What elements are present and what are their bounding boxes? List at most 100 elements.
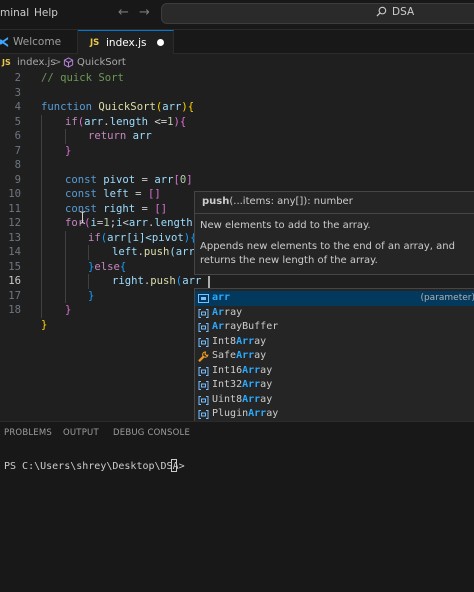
- suggestion-label-part: Arr: [242, 364, 261, 376]
- suggestion-label: arr: [212, 291, 230, 306]
- code-token: i: [90, 217, 97, 229]
- divider: [195, 213, 474, 214]
- suggestion-item[interactable]: arr (parameter): [195, 291, 474, 306]
- suggestion-label: ArrayBuffer: [212, 320, 278, 335]
- suggestion-label: Array: [212, 306, 242, 321]
- panel-tab-problems[interactable]: PROBLEMS: [4, 428, 52, 438]
- class-icon: [198, 380, 209, 391]
- suggestion-label: Int32Array: [212, 378, 272, 393]
- class-icon: [198, 395, 209, 406]
- search-icon: [376, 6, 387, 17]
- breadcrumb-file[interactable]: index.js: [17, 54, 56, 71]
- tab-welcome-label: Welcome: [13, 36, 62, 48]
- code-token: arr: [84, 115, 104, 128]
- tab-welcome[interactable]: Welcome: [0, 30, 78, 54]
- terminal-cursor: [171, 459, 177, 472]
- suggestion-label-part: ray: [224, 306, 243, 318]
- class-icon: [198, 337, 209, 348]
- signature-text: push(...items: any[]): number: [202, 196, 353, 207]
- suggestion-item[interactable]: SafeArray: [195, 349, 474, 364]
- line-number: 18: [8, 304, 21, 316]
- javascript-file-icon: JS: [2, 58, 11, 67]
- code-token: arr: [182, 275, 202, 287]
- suggestion-label: PluginArray: [212, 407, 278, 422]
- suggestion-label-part: Ar: [212, 321, 225, 332]
- code-token: length: [109, 115, 148, 128]
- variable-icon: [198, 293, 209, 304]
- panel-tab-output[interactable]: OUTPUT: [63, 428, 99, 438]
- breadcrumb: JS index.js > QuickSort: [0, 54, 474, 71]
- signature-params: (...items: any[]): number: [229, 196, 353, 207]
- suggestion-label-part: Plugin: [212, 408, 249, 419]
- command-center-search[interactable]: [161, 3, 474, 24]
- line-number: 14: [8, 246, 21, 258]
- forward-arrow-icon[interactable]: →: [139, 5, 150, 20]
- code-line: 2 // quick Sort: [0, 71, 474, 86]
- unsaved-dot-icon[interactable]: [157, 39, 164, 46]
- suggestion-label-part: ay: [260, 364, 273, 376]
- code-token: right: [112, 275, 144, 287]
- code-token: pivot: [103, 173, 136, 186]
- suggestion-label-part: ay: [260, 393, 273, 405]
- breadcrumb-symbol[interactable]: QuickSort: [77, 54, 126, 71]
- suggestion-item[interactable]: Int32Array: [195, 378, 474, 393]
- line-number: 4: [14, 101, 21, 113]
- signature-param-description: New elements to add to the array.: [200, 220, 371, 231]
- code-token: QuickSort: [98, 101, 156, 113]
- code-token: pivot: [151, 231, 184, 244]
- bottom-panel: PROBLEMS OUTPUT DEBUG CONSOLE PS C:\User…: [0, 421, 474, 592]
- suggestion-item[interactable]: PluginArray: [195, 407, 474, 422]
- suggestion-label: Uint8Array: [212, 393, 272, 408]
- code-token: push: [150, 275, 176, 287]
- code-line-current: 16 right.push(arr: [0, 274, 474, 289]
- terminal-prompt[interactable]: PS C:\Users\shrey\Desktop\DSA>: [4, 461, 191, 472]
- line-number: 2: [14, 72, 21, 84]
- code-token: arr: [107, 231, 127, 244]
- code-line: 7 }: [0, 143, 474, 158]
- code-line: 8: [0, 158, 474, 173]
- ibeam-cursor-icon: [79, 211, 86, 224]
- tab-index-label: index.js: [106, 37, 147, 49]
- code-token: =: [128, 188, 148, 200]
- signature-detail: Appends new elements to the end of an ar…: [200, 241, 455, 266]
- code-token: return: [88, 130, 127, 142]
- suggestion-detail: (parameter): [420, 293, 474, 303]
- code-token: []: [147, 188, 161, 200]
- signature-name: push: [202, 196, 230, 207]
- code-token: const: [65, 173, 97, 186]
- wrench-icon: [198, 351, 209, 362]
- code-line: 3: [0, 86, 474, 101]
- breadcrumb-separator: >: [53, 57, 62, 68]
- suggestion-label-part: Int16: [212, 364, 243, 376]
- code-token: arr: [128, 217, 149, 229]
- code-token: <=: [147, 115, 168, 128]
- suggestion-label-part: ay: [254, 335, 267, 347]
- back-arrow-icon[interactable]: ←: [118, 5, 129, 20]
- line-number: 7: [14, 144, 21, 157]
- tab-index-js[interactable]: JS index.js: [78, 30, 174, 54]
- menu-terminal[interactable]: minal: [0, 7, 29, 19]
- line-number: 8: [14, 159, 21, 171]
- suggestion-label-part: Ar: [212, 306, 225, 318]
- class-icon: [198, 322, 209, 333]
- suggestion-label: Int16Array: [212, 364, 272, 379]
- line-number: 15: [8, 260, 21, 273]
- line-number: 16: [8, 275, 21, 287]
- suggestion-item[interactable]: ArrayBuffer: [195, 320, 474, 335]
- suggestion-label-part: Arr: [242, 379, 261, 390]
- code-token: i: [116, 217, 123, 229]
- suggestion-item[interactable]: Array: [195, 306, 474, 321]
- suggestion-item[interactable]: Int8Array: [195, 335, 474, 350]
- panel-tab-debug-console[interactable]: DEBUG CONSOLE: [113, 428, 190, 438]
- code-token: if: [88, 231, 101, 244]
- line-number: 11: [8, 202, 21, 215]
- menu-help[interactable]: Help: [34, 7, 58, 19]
- code-token: right: [103, 202, 136, 215]
- title-bar: minal Help ← → DSA: [0, 0, 474, 30]
- vscode-logo-icon: [0, 37, 9, 47]
- suggestion-item[interactable]: Uint8Array: [195, 393, 474, 408]
- javascript-file-icon: JS: [90, 38, 100, 48]
- code-token: const: [65, 188, 97, 200]
- suggestion-item[interactable]: Int16Array: [195, 364, 474, 379]
- line-number: 3: [14, 86, 21, 99]
